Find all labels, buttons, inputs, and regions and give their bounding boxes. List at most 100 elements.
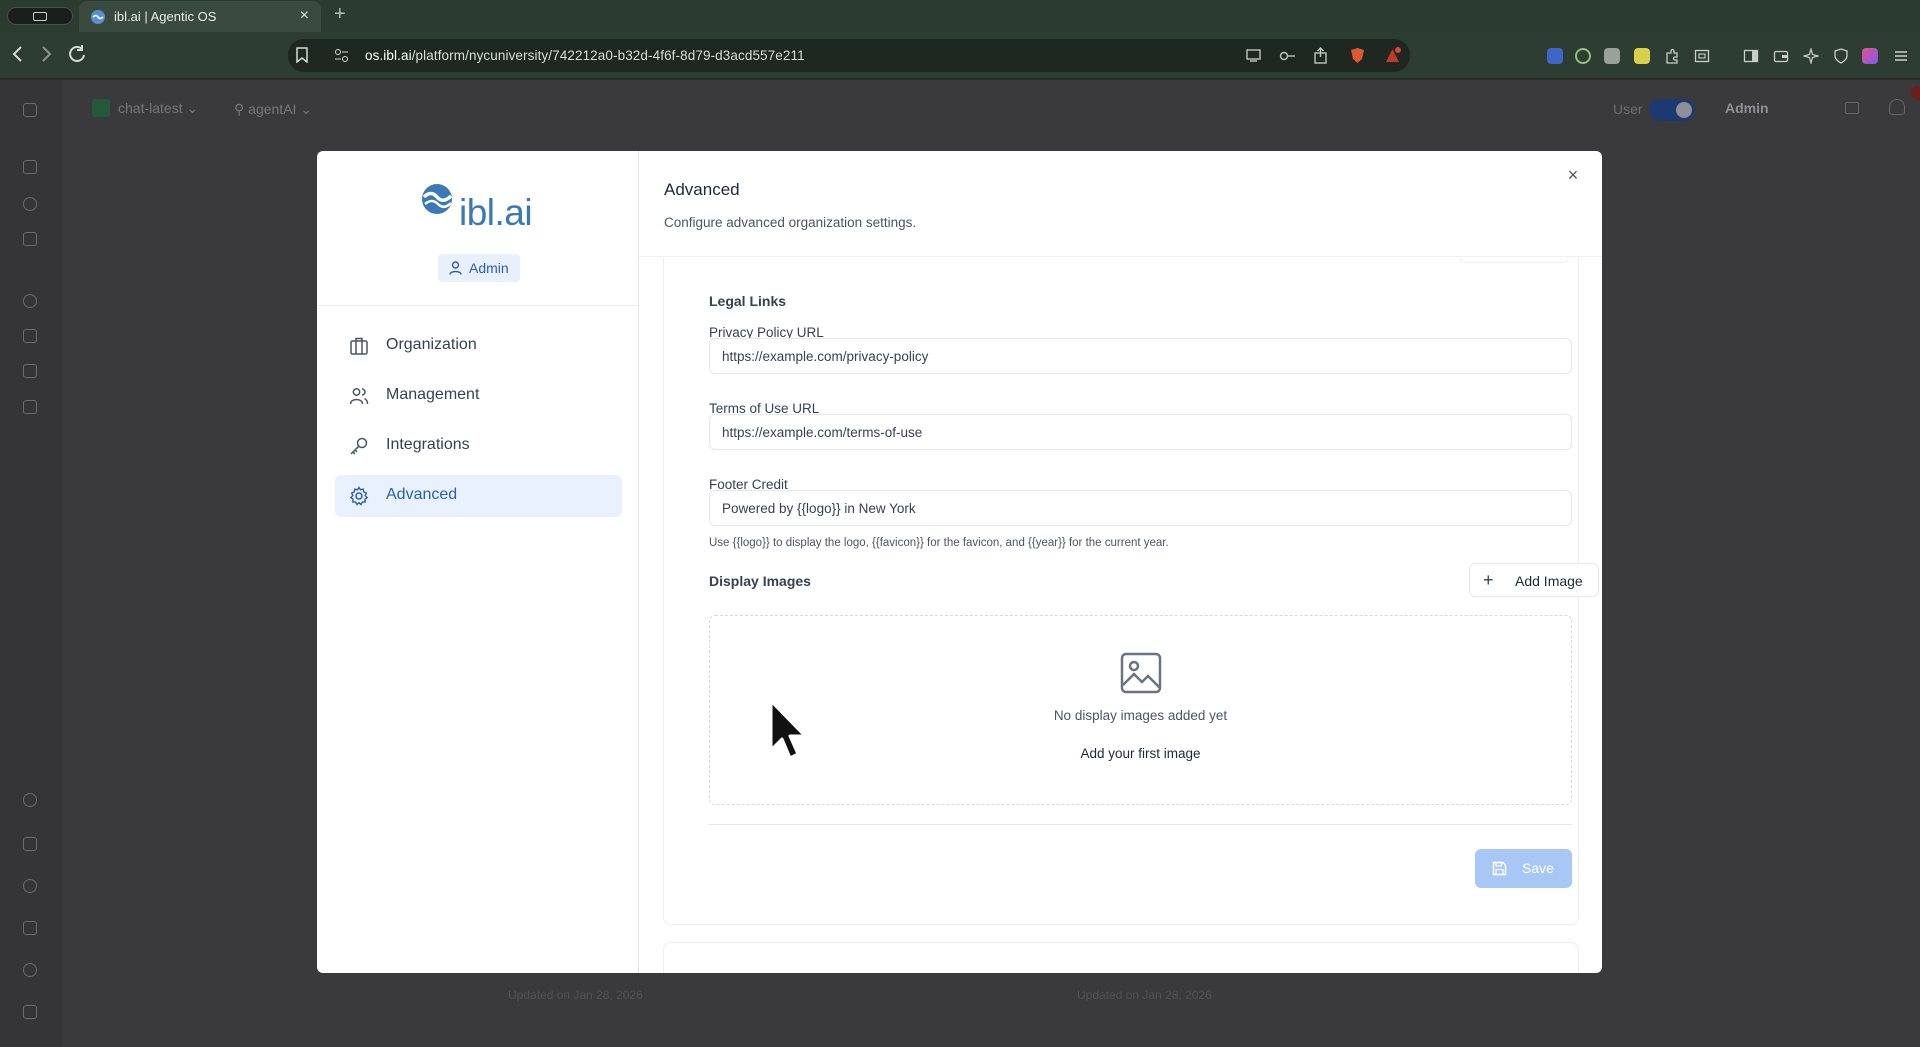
app-topbar: chat-latest ⌄ ⚲ agentAI ⌄ User Admin AB xyxy=(62,80,1920,138)
new-tab-button[interactable]: + xyxy=(334,3,346,26)
settings-icon[interactable] xyxy=(23,963,37,977)
sidebar-item-organization[interactable]: Organization xyxy=(335,325,622,367)
display-images-dropzone[interactable]: No display images added yet Add your fir… xyxy=(709,615,1572,805)
model-icon xyxy=(92,99,110,117)
share-icon[interactable] xyxy=(1312,47,1329,64)
browser-tab[interactable]: ibl.ai | Agentic OS × xyxy=(79,1,321,32)
mail-icon[interactable] xyxy=(23,837,37,851)
brave-rewards-icon[interactable] xyxy=(1384,47,1401,64)
tab-close-icon[interactable]: × xyxy=(300,7,309,25)
save-button[interactable]: Save xyxy=(1475,849,1572,888)
reload-icon[interactable] xyxy=(67,43,87,65)
bg-card-updated-2: Updated on Jan 28, 2026 xyxy=(1077,988,1212,1002)
ibl-favicon-icon xyxy=(91,10,105,24)
agent-selector[interactable]: ⚲ agentAI ⌄ xyxy=(234,101,312,118)
model-selector-label: chat-latest xyxy=(118,100,183,116)
model-selector[interactable]: chat-latest ⌄ xyxy=(92,99,198,117)
sidebar-item-advanced[interactable]: Advanced xyxy=(335,475,622,517)
sidebar-item-label: Integrations xyxy=(386,436,470,453)
password-key-icon[interactable] xyxy=(1279,47,1296,64)
app-sidebar-rail xyxy=(0,80,62,1047)
modal-body-scroll[interactable]: Legal Links Privacy Policy URL Terms of … xyxy=(639,258,1602,973)
screenshot-icon[interactable] xyxy=(1694,48,1710,64)
extension-icon-1[interactable] xyxy=(1547,48,1563,64)
person-icon xyxy=(449,261,462,275)
folder-icon[interactable] xyxy=(23,364,37,378)
cast-icon[interactable] xyxy=(1245,47,1262,64)
brave-shields-icon[interactable] xyxy=(1349,47,1366,64)
search-icon[interactable] xyxy=(23,294,37,308)
add-first-image-link[interactable]: Add your first image xyxy=(710,746,1571,761)
bookmark-icon[interactable] xyxy=(296,47,308,63)
footer-credit-hint: Use {{logo}} to display the logo, {{favi… xyxy=(709,537,1169,549)
display-images-title: Display Images xyxy=(709,573,811,589)
vpn-shield-icon[interactable] xyxy=(1833,48,1849,64)
agent-selector-label: agentAI xyxy=(248,101,297,117)
extension-camera-icon[interactable] xyxy=(1604,48,1620,64)
tools-icon[interactable] xyxy=(23,232,37,246)
url-text[interactable]: os.ibl.ai/platform/nycuniversity/742212a… xyxy=(365,48,805,63)
building-icon xyxy=(350,337,368,355)
save-icon xyxy=(1492,861,1507,876)
mouse-cursor-icon xyxy=(769,699,807,760)
key-icon[interactable] xyxy=(23,921,37,935)
plus-icon: + xyxy=(1483,570,1494,590)
lock-icon[interactable] xyxy=(1845,102,1859,114)
extensions-puzzle-icon[interactable] xyxy=(1664,48,1680,64)
forward-icon[interactable] xyxy=(38,43,54,65)
back-icon[interactable] xyxy=(10,43,26,65)
previous-section-button xyxy=(1459,258,1569,263)
user-admin-toggle[interactable] xyxy=(1649,99,1695,121)
leo-ai-icon[interactable] xyxy=(1803,48,1819,64)
sidebar-toggle-icon[interactable] xyxy=(1743,48,1759,64)
role-badge: Admin xyxy=(438,254,520,282)
legal-links-title: Legal Links xyxy=(709,293,787,309)
sidebar-item-management[interactable]: Management xyxy=(335,375,622,417)
browser-toolbar: os.ibl.ai/platform/nycuniversity/742212a… xyxy=(0,32,1920,79)
user-icon[interactable] xyxy=(23,879,37,893)
extension-grammar-icon[interactable] xyxy=(1575,48,1591,64)
bg-card-updated-1: Updated on Jan 28, 2026 xyxy=(508,988,643,1002)
chat-history-icon[interactable] xyxy=(23,329,37,343)
ibl-logo: ibl.ai xyxy=(421,183,541,239)
wallet-icon[interactable] xyxy=(1773,48,1789,64)
add-image-button[interactable]: + Add Image xyxy=(1469,563,1599,597)
page-subtitle: Configure advanced organization settings… xyxy=(664,215,917,230)
logo-text: ibl.ai xyxy=(459,192,533,233)
sidebar-item-label: Advanced xyxy=(386,486,458,503)
mode-user-label: User xyxy=(1613,101,1643,117)
sidebar-item-integrations[interactable]: Integrations xyxy=(335,425,622,467)
address-bar[interactable]: os.ibl.ai/platform/nycuniversity/742212a… xyxy=(288,39,1410,72)
terms-of-use-input[interactable] xyxy=(709,414,1572,450)
gear-icon xyxy=(349,486,369,506)
notifications-icon[interactable] xyxy=(23,793,37,807)
modal-header: Advanced Configure advanced organization… xyxy=(639,151,1602,257)
role-badge-label: Admin xyxy=(469,260,509,276)
settings-sidebar: ibl.ai Admin Organization Management Int… xyxy=(317,151,639,973)
url-domain: os.ibl.ai xyxy=(365,48,412,63)
image-placeholder-icon xyxy=(1120,652,1162,694)
privacy-policy-input[interactable] xyxy=(709,338,1572,374)
window-switcher-button[interactable] xyxy=(7,7,73,25)
page-title: Advanced xyxy=(664,180,740,199)
footer-credit-input[interactable] xyxy=(709,490,1572,526)
menu-icon[interactable] xyxy=(1893,48,1909,64)
extension-grid-icon[interactable] xyxy=(1634,48,1650,64)
analytics-icon[interactable] xyxy=(23,400,37,414)
next-section-card xyxy=(663,942,1579,973)
docs-icon[interactable] xyxy=(23,1005,37,1019)
save-button-label: Save xyxy=(1522,860,1554,876)
close-icon[interactable]: × xyxy=(1563,165,1583,185)
toggle-sidebar-icon[interactable] xyxy=(23,103,37,117)
empty-state-text: No display images added yet xyxy=(1053,708,1228,723)
sidebar-item-label: Management xyxy=(386,386,480,403)
site-info-icon[interactable] xyxy=(334,48,349,63)
mode-admin-label: Admin xyxy=(1725,100,1769,116)
key-icon xyxy=(350,437,368,455)
new-chat-icon[interactable] xyxy=(23,160,37,174)
explore-icon[interactable] xyxy=(23,197,37,211)
users-icon xyxy=(349,388,369,405)
profile-icon[interactable] xyxy=(1862,48,1878,64)
url-path: /platform/nycuniversity/742212a0-b32d-4f… xyxy=(411,48,805,63)
bell-icon[interactable] xyxy=(1889,99,1905,115)
